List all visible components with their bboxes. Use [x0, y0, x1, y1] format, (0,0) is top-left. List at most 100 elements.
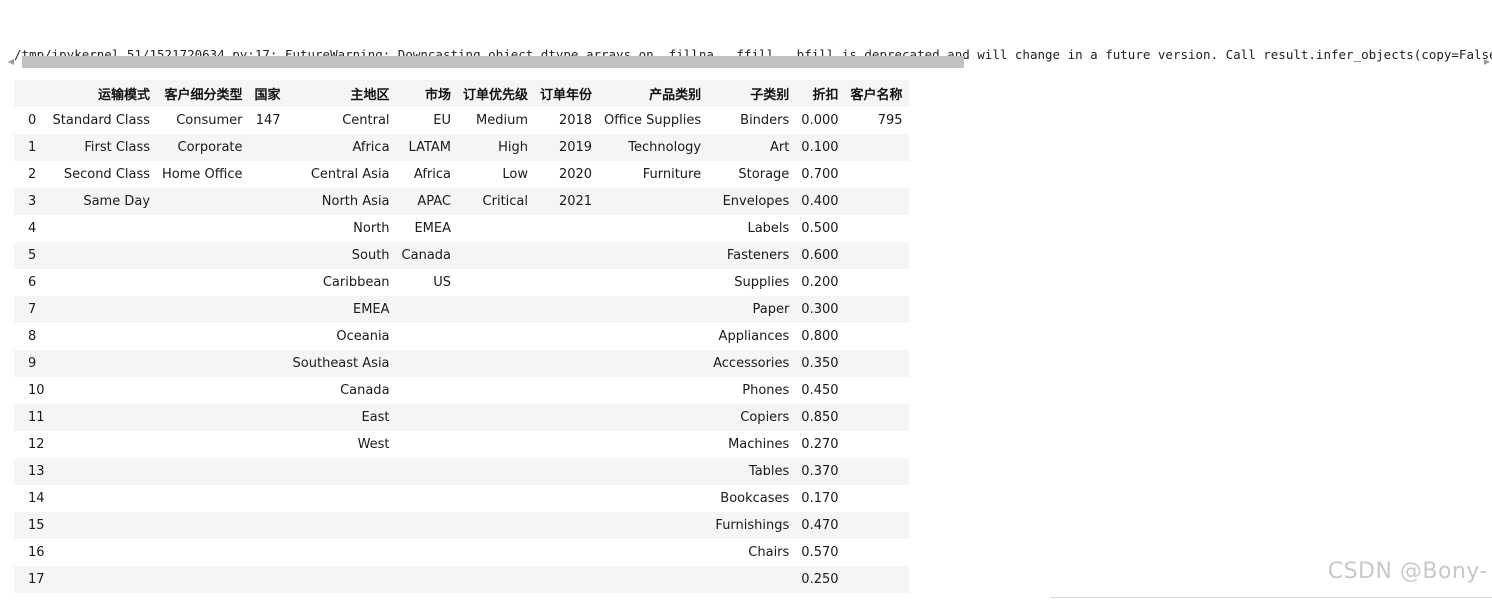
table-cell — [249, 485, 287, 512]
table-cell — [457, 566, 534, 593]
table-cell: Oceania — [336, 329, 390, 344]
table-cell — [598, 188, 707, 215]
table-cell: Bookcases — [720, 491, 790, 506]
table-cell — [845, 350, 909, 377]
table-cell — [396, 431, 457, 458]
scroll-thumb[interactable] — [22, 56, 964, 68]
table-cell — [534, 350, 598, 377]
table-cell: 0.200 — [801, 275, 839, 290]
table-cell: EMEA — [414, 221, 451, 236]
table-cell: High — [498, 140, 529, 155]
table-cell: Copiers — [740, 410, 790, 425]
table-cell — [249, 431, 287, 458]
watermark: CSDN @Bony- — [1327, 559, 1488, 584]
table-cell — [249, 242, 287, 269]
table-cell — [598, 215, 707, 242]
table-cell: 0.250 — [801, 572, 839, 587]
table-cell — [598, 404, 707, 431]
table-cell — [156, 350, 248, 377]
column-header: 产品类别 — [598, 80, 708, 107]
table-cell — [47, 485, 156, 512]
row-index: 0 — [28, 113, 37, 128]
table-cell — [534, 269, 598, 296]
table-cell — [845, 296, 909, 323]
table-row: 13 Tables 0.370 — [14, 458, 909, 485]
table-cell — [457, 512, 534, 539]
table-row: 9 Southeast Asia Accessories 0.350 — [14, 350, 909, 377]
table-cell — [598, 242, 707, 269]
table-cell — [845, 269, 909, 296]
table-cell — [47, 404, 156, 431]
column-header: 市场 — [395, 80, 457, 107]
scroll-right-arrow-icon[interactable]: ▶ — [1482, 54, 1492, 70]
table-cell — [598, 485, 707, 512]
corner-divider — [1050, 597, 1492, 601]
table-cell — [457, 431, 534, 458]
table-cell: 147 — [255, 113, 281, 128]
table-cell — [396, 404, 457, 431]
table-cell: Supplies — [734, 275, 790, 290]
table-cell — [457, 215, 534, 242]
table-cell — [534, 458, 598, 485]
table-row: 15 Furnishings 0.470 — [14, 512, 909, 539]
table-cell — [249, 566, 287, 593]
row-index: 2 — [28, 167, 37, 182]
table-cell: EMEA — [352, 302, 390, 317]
row-index: 1 — [28, 140, 37, 155]
table-cell — [534, 431, 598, 458]
table-row: 0 Standard Class Consumer 147 Central EU Mediu… — [14, 107, 909, 134]
table-cell: 0.370 — [801, 464, 839, 479]
table-cell — [598, 512, 707, 539]
column-header: 运输模式 — [46, 80, 157, 107]
table-cell — [396, 458, 457, 485]
table-cell — [457, 485, 534, 512]
table-cell — [249, 350, 287, 377]
table-cell — [534, 566, 598, 593]
table-cell: Same Day — [83, 194, 151, 209]
table-cell — [249, 296, 287, 323]
table-cell — [457, 242, 534, 269]
table-cell — [249, 458, 287, 485]
table-row: 14 Bookcases 0.170 — [14, 485, 909, 512]
table-cell — [598, 323, 707, 350]
table-cell: Home Office — [162, 167, 243, 182]
table-cell — [845, 188, 909, 215]
horizontal-scrollbar[interactable]: ◀ ▶ — [6, 54, 1492, 70]
table-header-row: 运输模式 客户细分类型 国家 主地区 市场 订单优先级 订单年份 产品类别 子类别 折扣 客户名称 — [14, 80, 909, 107]
table-cell: Chairs — [748, 545, 790, 560]
table-cell — [396, 350, 457, 377]
row-index: 14 — [28, 491, 45, 506]
table-cell — [47, 512, 156, 539]
table-cell: Tables — [748, 464, 790, 479]
table-cell — [156, 323, 248, 350]
table-cell: Standard Class — [52, 113, 151, 128]
scroll-left-arrow-icon[interactable]: ◀ — [6, 54, 16, 70]
table-cell — [457, 296, 534, 323]
table-cell — [287, 539, 396, 566]
table-cell: Africa — [413, 167, 451, 182]
index-header — [14, 80, 47, 107]
table-cell — [845, 458, 909, 485]
table-cell: Critical — [482, 194, 529, 209]
table-cell: 2020 — [558, 167, 593, 182]
table-cell — [845, 377, 909, 404]
table-cell: North Asia — [321, 194, 390, 209]
table-cell — [287, 512, 396, 539]
table-cell — [249, 134, 287, 161]
table-cell — [845, 512, 909, 539]
table-cell: 2021 — [558, 194, 593, 209]
dataframe-table: 运输模式 客户细分类型 国家 主地区 市场 订单优先级 订单年份 产品类别 子类别 折扣 客户名称 … — [14, 80, 909, 593]
row-index: 9 — [28, 356, 37, 371]
table-cell — [845, 134, 909, 161]
table-cell: Office Supplies — [604, 113, 702, 128]
table-cell — [598, 431, 707, 458]
table-row: 5 South Canada Fasteners 0.600 — [14, 242, 909, 269]
row-index: 8 — [28, 329, 37, 344]
table-cell: 0.850 — [801, 410, 839, 425]
table-cell — [249, 377, 287, 404]
table-cell — [845, 215, 909, 242]
row-index: 4 — [28, 221, 37, 236]
table-body: 0 Standard Class Consumer 147 Central EU Mediu… — [14, 107, 909, 593]
table-cell: LATAM — [408, 140, 451, 155]
table-cell — [156, 242, 248, 269]
